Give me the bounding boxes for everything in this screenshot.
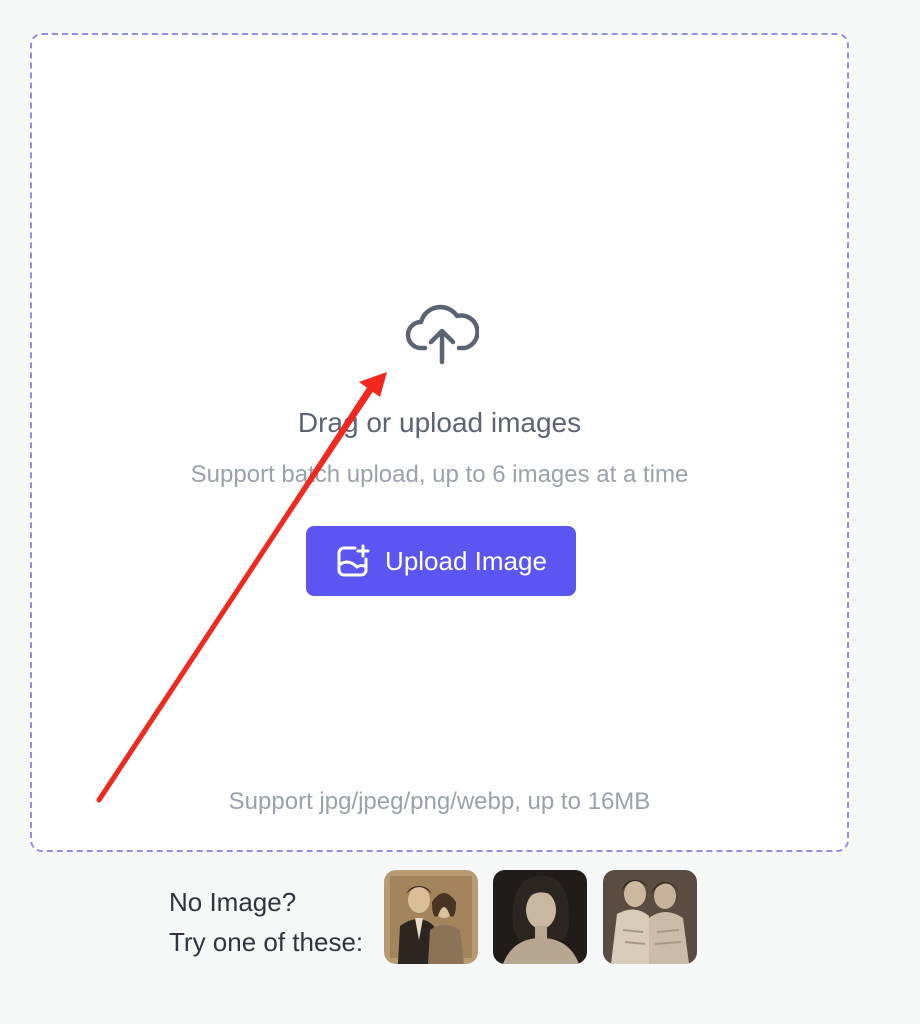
sample-images: No Image? Try one of these: bbox=[169, 870, 729, 966]
samples-label-line1: No Image? bbox=[169, 887, 297, 917]
upload-dropzone[interactable]: Drag or upload images Support batch uplo… bbox=[30, 33, 849, 852]
formats-note: Support jpg/jpeg/png/webp, up to 16MB bbox=[228, 788, 651, 815]
upload-image-button[interactable]: Upload Image bbox=[306, 526, 576, 596]
dropzone-subtitle: Support batch upload, up to 6 images at … bbox=[190, 461, 689, 488]
samples-label: No Image? Try one of these: bbox=[169, 882, 363, 962]
samples-label-line2: Try one of these: bbox=[169, 927, 364, 957]
vintage-two-women-photo bbox=[603, 870, 697, 964]
vintage-couple-photo bbox=[384, 870, 478, 964]
sample-thumbnail-woman[interactable] bbox=[493, 870, 587, 964]
dropzone-title: Drag or upload images bbox=[297, 407, 582, 438]
cloud-upload-icon bbox=[405, 304, 479, 365]
sample-thumbnail-couple[interactable] bbox=[384, 870, 478, 964]
image-add-icon bbox=[337, 544, 370, 577]
page: Drag or upload images Support batch uplo… bbox=[0, 0, 920, 1024]
sample-thumbnail-two-women[interactable] bbox=[603, 870, 697, 964]
upload-image-button-label: Upload Image bbox=[385, 545, 547, 576]
vintage-woman-portrait bbox=[493, 870, 587, 964]
